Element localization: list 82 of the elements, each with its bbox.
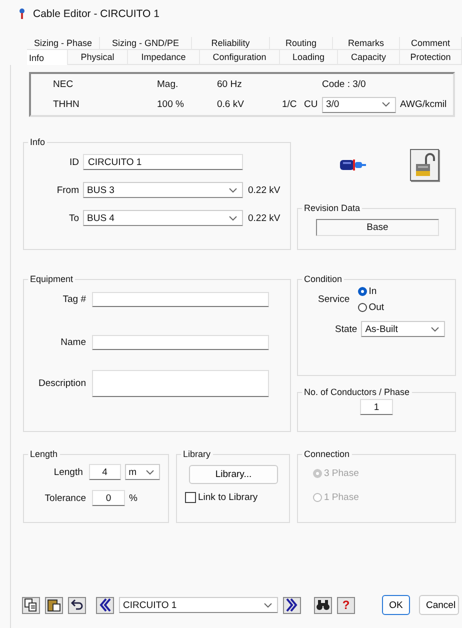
field-label: Service <box>318 294 350 304</box>
state-dropdown[interactable]: As-Built <box>361 321 446 337</box>
code-text: Code : 3/0 <box>322 78 366 90</box>
voltage-text: 0.22 kV <box>248 212 280 224</box>
tab[interactable]: Physical <box>68 50 128 65</box>
tab[interactable]: Routing <box>270 37 333 50</box>
field-label: To <box>68 212 79 224</box>
percent-text: 100 % <box>157 99 185 110</box>
field-label: State <box>335 324 358 334</box>
group-title: Library <box>182 449 212 459</box>
padlock-icon <box>414 152 434 178</box>
input-field[interactable] <box>92 335 269 350</box>
voltage-text: 0.6 kV <box>217 99 245 110</box>
caret-icon <box>229 216 237 220</box>
tab[interactable]: Capacity <box>338 50 400 65</box>
unit-dropdown[interactable]: m <box>124 464 160 480</box>
tab[interactable]: Comment <box>400 37 462 50</box>
caret-icon <box>382 102 390 108</box>
checkbox[interactable]: Link to Library <box>185 492 281 503</box>
tab[interactable]: Loading <box>280 50 338 65</box>
frequency-text: 60 Hz <box>217 78 243 90</box>
unit-text: AWG/kcmil <box>400 99 447 110</box>
field-label: ID <box>68 156 79 168</box>
copy-button[interactable] <box>22 596 40 614</box>
tab[interactable]: Remarks <box>333 37 400 50</box>
text-area[interactable] <box>92 370 269 397</box>
size-dropdown[interactable]: 3/0 <box>322 96 396 113</box>
field-label: Name <box>60 337 86 348</box>
tab[interactable]: Configuration <box>200 50 280 65</box>
voltage-text: 0.22 kV <box>248 184 280 196</box>
next-button[interactable] <box>283 596 301 614</box>
conductors-field[interactable]: 1 <box>360 399 393 415</box>
caret-icon <box>264 602 272 608</box>
caret-icon <box>431 326 440 332</box>
field-label: From <box>56 184 79 196</box>
group-title: Length <box>29 449 59 459</box>
window-title: Cable Editor - CIRCUITO 1 <box>33 8 160 20</box>
tolerance-field[interactable]: 0 <box>92 490 125 506</box>
group-title: Condition <box>303 274 344 284</box>
standard-text: NEC <box>53 78 74 90</box>
from-dropdown[interactable]: BUS 3 <box>83 182 243 198</box>
group-title: No. of Conductors / Phase <box>303 387 411 397</box>
length-field[interactable]: 4 <box>88 464 121 480</box>
caret-icon <box>146 470 154 474</box>
field-label: Tolerance <box>44 492 86 504</box>
field-label: Length <box>52 466 83 478</box>
insulation-text: THHN <box>53 99 80 110</box>
input-field[interactable] <box>92 292 269 307</box>
group-title: Equipment <box>29 274 74 284</box>
tab[interactable]: Impedance <box>128 50 200 65</box>
lock-button[interactable] <box>410 149 439 181</box>
tab[interactable]: Protection <box>400 50 462 65</box>
to-dropdown[interactable]: BUS 4 <box>83 210 243 226</box>
tab[interactable]: Sizing - GND/PE <box>100 37 192 50</box>
radio-button[interactable]: In <box>358 284 384 298</box>
field-label: Tag # <box>62 294 86 305</box>
help-button[interactable]: ? <box>337 596 355 614</box>
conductors-text: 1/C <box>282 99 298 110</box>
tab[interactable]: Info <box>27 50 68 65</box>
undo-button[interactable] <box>68 596 86 614</box>
id-field[interactable]: CIRCUITO 1 <box>83 154 243 170</box>
record-dropdown[interactable]: CIRCUITO 1 <box>119 597 278 613</box>
tab[interactable]: Sizing - Phase <box>27 37 100 50</box>
cable-icon <box>340 159 366 171</box>
radio-button[interactable]: Out <box>358 300 384 314</box>
group-title: Info <box>29 137 46 147</box>
group-title: Revision Data <box>303 203 362 213</box>
mag-text: Mag. <box>157 78 180 90</box>
app-icon <box>18 8 26 20</box>
binoculars-button[interactable] <box>314 596 332 614</box>
caret-icon <box>229 188 237 192</box>
previous-button[interactable] <box>96 596 114 614</box>
group-title: Connection <box>303 449 351 459</box>
field-label: Description <box>37 378 86 389</box>
tab[interactable]: Reliability <box>192 37 270 50</box>
library-button[interactable]: Library... <box>189 465 278 484</box>
revision-field: Base <box>316 219 439 236</box>
material-text: CU <box>304 99 319 110</box>
dialog-button[interactable]: Cancel <box>419 595 459 615</box>
dialog-button[interactable]: OK <box>382 595 410 615</box>
paste-button[interactable] <box>45 596 63 614</box>
unit-text: % <box>129 492 138 504</box>
